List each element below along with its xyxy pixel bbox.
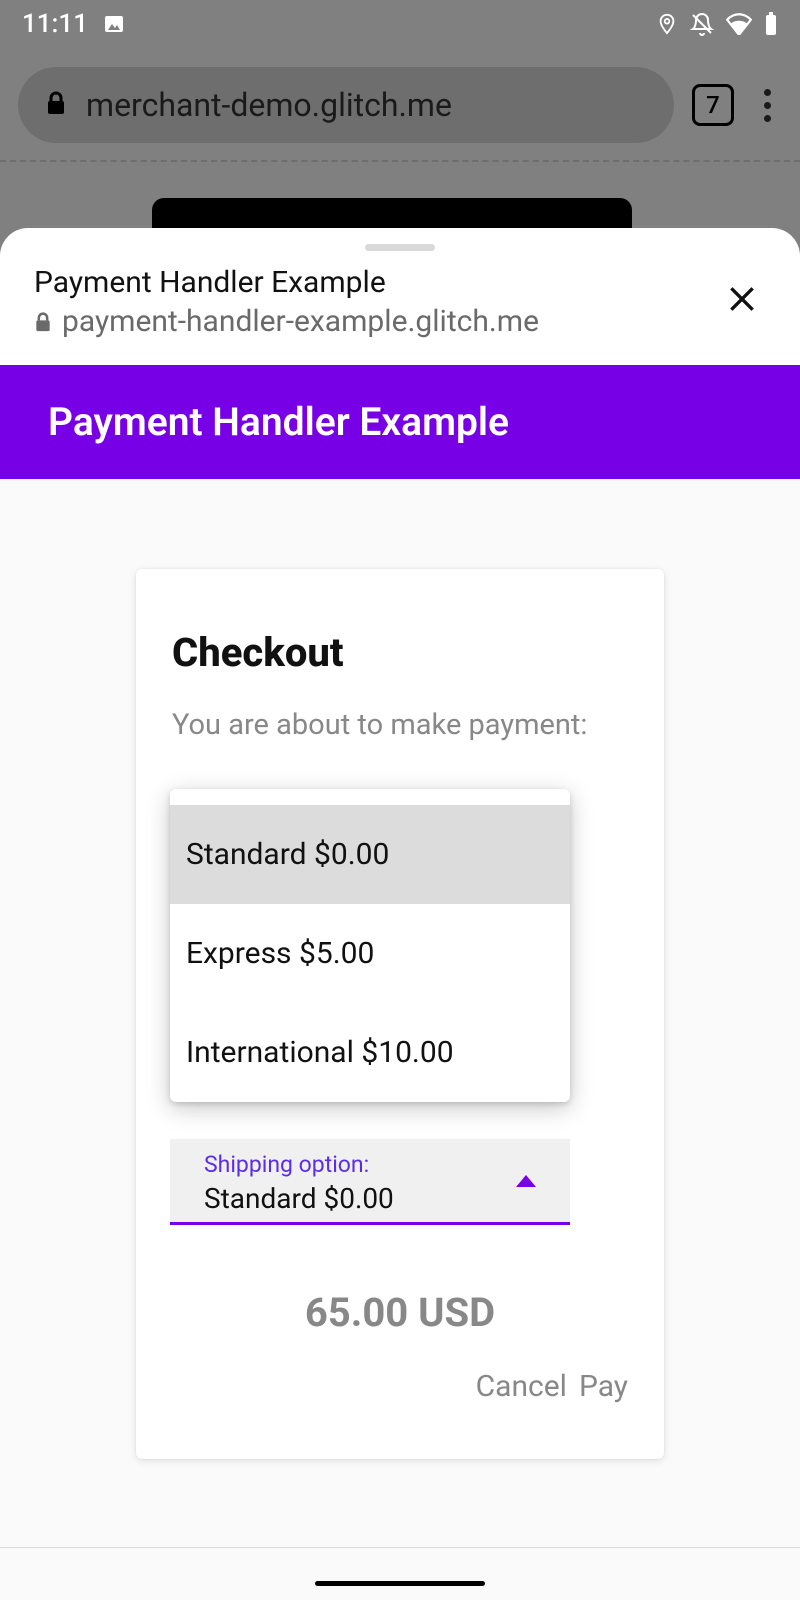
lock-icon [46,91,66,119]
image-icon [102,12,126,36]
shipping-select-label: Shipping option: [204,1151,554,1178]
sheet-header: Payment Handler Example payment-handler-… [0,255,800,365]
shipping-dropdown-list: Standard $0.00 Express $5.00 Internation… [170,789,570,1102]
shipping-option-standard[interactable]: Standard $0.00 [170,805,570,904]
notifications-off-icon [690,12,714,36]
toolbar-divider [0,160,800,162]
address-url: merchant-demo.glitch.me [86,86,452,124]
browser-menu-button[interactable] [752,89,782,122]
tab-switcher-button[interactable]: 7 [692,84,734,126]
battery-icon [764,12,778,36]
checkout-title: Checkout [172,629,628,676]
shipping-select[interactable]: Shipping option: Standard $0.00 [170,1139,570,1225]
sheet-drag-handle[interactable] [365,244,435,251]
tab-count-value: 7 [706,91,720,119]
sheet-origin: payment-handler-example.glitch.me [34,304,539,339]
sheet-title: Payment Handler Example [34,265,539,300]
close-button[interactable] [718,275,766,330]
bottom-divider [0,1547,800,1548]
payment-sheet: Payment Handler Example payment-handler-… [0,228,800,1600]
cancel-button[interactable]: Cancel [476,1369,567,1404]
pay-button[interactable]: Pay [579,1369,628,1404]
address-bar[interactable]: merchant-demo.glitch.me [18,67,674,143]
status-time: 11:11 [22,9,88,39]
app-banner: Payment Handler Example [0,365,800,479]
sheet-origin-text: payment-handler-example.glitch.me [62,304,539,339]
checkout-card: Checkout You are about to make payment: … [136,569,664,1459]
wifi-icon [726,13,752,35]
total-amount: 65.00 USD [136,1289,664,1336]
browser-toolbar: merchant-demo.glitch.me 7 [0,60,800,150]
location-icon [656,13,678,35]
status-bar: 11:11 [0,0,800,48]
page-content-stub [152,198,632,232]
content-area: Checkout You are about to make payment: … [0,479,800,1600]
chevron-up-icon [516,1175,536,1187]
action-row: Cancel Pay [476,1369,628,1404]
shipping-option-express[interactable]: Express $5.00 [170,904,570,1003]
home-indicator[interactable] [315,1581,485,1586]
shipping-option-international[interactable]: International $10.00 [170,1003,570,1102]
checkout-subtitle: You are about to make payment: [172,708,628,742]
app-banner-title: Payment Handler Example [48,399,509,445]
shipping-select-value: Standard $0.00 [204,1182,554,1215]
